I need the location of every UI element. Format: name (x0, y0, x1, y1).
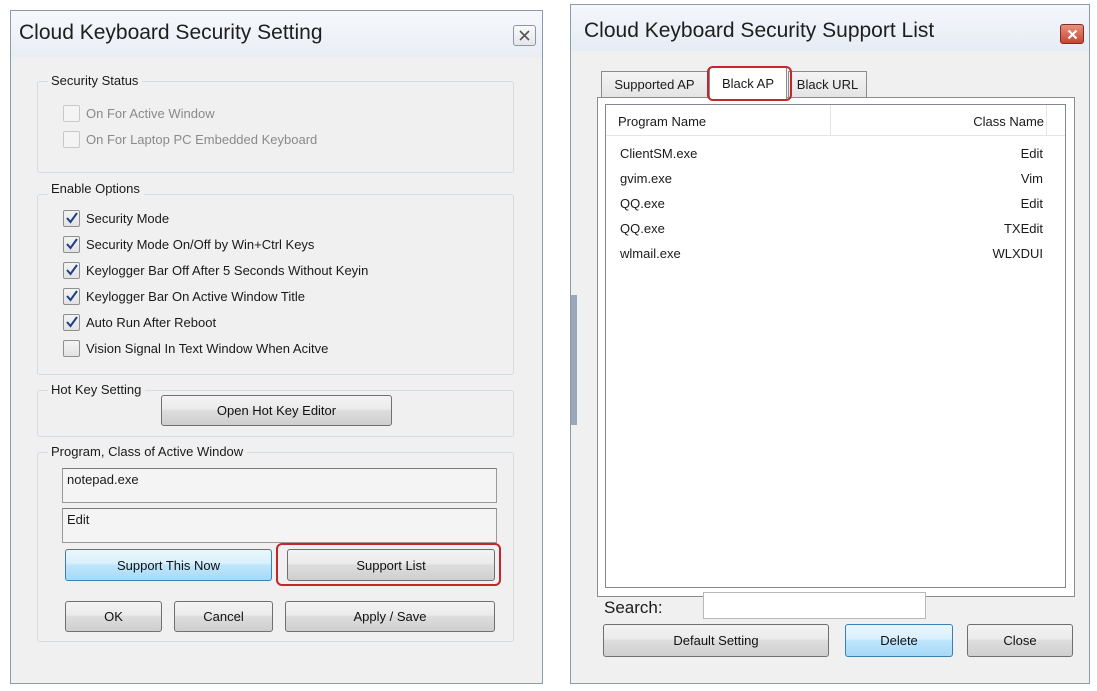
program-class-label: Program, Class of Active Window (48, 444, 248, 459)
hotkey-label: Hot Key Setting (48, 382, 146, 397)
checkbox-win-ctrl-keys[interactable]: Security Mode On/Off by Win+Ctrl Keys (63, 236, 314, 253)
check-icon (66, 238, 78, 250)
checkbox-label: Security Mode (86, 211, 170, 226)
apply-save-button[interactable]: Apply / Save (285, 601, 495, 632)
program-cell: ClientSM.exe (620, 146, 698, 161)
list-row[interactable]: QQ.exe Edit (606, 192, 1065, 217)
cancel-button[interactable]: Cancel (174, 601, 273, 632)
close-button[interactable] (513, 25, 536, 46)
title-bar: Cloud Keyboard Security Setting (11, 11, 542, 57)
checkbox-box[interactable] (63, 210, 80, 227)
list-header: Program Name Class Name (606, 105, 1065, 136)
program-cell: QQ.exe (620, 196, 665, 211)
tab-supported-ap[interactable]: Supported AP (601, 71, 708, 97)
search-label: Search: (604, 598, 663, 617)
program-name-field[interactable]: notepad.exe (62, 468, 497, 503)
support-list-dialog: Cloud Keyboard Security Support List Sup… (570, 4, 1090, 684)
program-cell: gvim.exe (620, 171, 673, 186)
ok-button[interactable]: OK (65, 601, 162, 632)
checkbox-box[interactable] (63, 288, 80, 305)
program-cell: QQ.exe (620, 221, 665, 236)
checkbox-keylogger-bar-off[interactable]: Keylogger Bar Off After 5 Seconds Withou… (63, 262, 368, 279)
class-cell: WLXDUI (992, 246, 1043, 261)
checkbox-label: Security Mode On/Off by Win+Ctrl Keys (86, 237, 315, 252)
class-cell: Vim (1020, 171, 1043, 186)
search-input[interactable] (703, 592, 926, 619)
checkbox-box[interactable] (63, 340, 80, 357)
close-icon (519, 30, 530, 41)
column-header-label: Program Name (618, 114, 707, 129)
checkbox-label: Auto Run After Reboot (86, 315, 217, 330)
column-header-class[interactable]: Class Name (831, 105, 1047, 135)
list-row[interactable]: QQ.exe TXEdit (606, 217, 1065, 242)
checkbox-keylogger-bar-title[interactable]: Keylogger Bar On Active Window Title (63, 288, 305, 305)
checkbox-box[interactable] (63, 262, 80, 279)
enable-options-label: Enable Options (48, 181, 144, 196)
list-row[interactable]: wlmail.exe WLXDUI (606, 242, 1065, 267)
list-row[interactable]: gvim.exe Vim (606, 167, 1065, 192)
class-cell: Edit (1020, 196, 1043, 211)
window-frame-edge (571, 295, 577, 425)
checkbox-label: On For Laptop PC Embedded Keyboard (86, 132, 318, 147)
close-dialog-button[interactable]: Close (967, 624, 1073, 657)
checkbox-on-active-window[interactable]: On For Active Window (63, 105, 215, 122)
support-this-now-button[interactable]: Support This Now (65, 549, 272, 581)
check-icon (66, 316, 78, 328)
checkbox-vision-signal[interactable]: Vision Signal In Text Window When Acitve (63, 340, 328, 357)
check-icon (66, 290, 78, 302)
class-cell: TXEdit (1003, 221, 1043, 236)
dialog-title: Cloud Keyboard Security Support List (584, 19, 935, 42)
checkbox-label: Vision Signal In Text Window When Acitve (86, 341, 329, 356)
security-status-label: Security Status (48, 73, 143, 88)
checkbox-label: Keylogger Bar On Active Window Title (86, 289, 305, 304)
checkbox-on-laptop-keyboard[interactable]: On For Laptop PC Embedded Keyboard (63, 131, 317, 148)
tab-black-url[interactable]: Black URL (788, 71, 867, 97)
open-hotkey-editor-button[interactable]: Open Hot Key Editor (161, 395, 392, 426)
check-icon (66, 264, 78, 276)
checkbox-security-mode[interactable]: Security Mode (63, 210, 169, 227)
column-header-label: Class Name (973, 114, 1044, 129)
delete-button[interactable]: Delete (845, 624, 953, 657)
security-status-group (37, 81, 514, 173)
column-header-program[interactable]: Program Name (606, 105, 831, 135)
check-icon (66, 212, 78, 224)
title-bar: Cloud Keyboard Security Support List (571, 5, 1089, 51)
close-icon (1067, 29, 1077, 39)
class-cell: Edit (1020, 146, 1043, 161)
checkbox-box[interactable] (63, 236, 80, 253)
close-button[interactable] (1060, 24, 1084, 44)
class-name-field[interactable]: Edit (62, 508, 497, 543)
checkbox-box[interactable] (63, 105, 80, 122)
checkbox-auto-run[interactable]: Auto Run After Reboot (63, 314, 216, 331)
program-cell: wlmail.exe (620, 246, 681, 261)
default-setting-button[interactable]: Default Setting (603, 624, 829, 657)
checkbox-box[interactable] (63, 314, 80, 331)
black-ap-list[interactable]: Program Name Class Name ClientSM.exe Edi… (605, 104, 1066, 588)
list-row[interactable]: ClientSM.exe Edit (606, 142, 1065, 167)
checkbox-box[interactable] (63, 131, 80, 148)
checkbox-label: Keylogger Bar Off After 5 Seconds Withou… (86, 263, 369, 278)
support-list-button[interactable]: Support List (287, 549, 495, 581)
checkbox-label: On For Active Window (86, 106, 215, 121)
dialog-title: Cloud Keyboard Security Setting (19, 21, 323, 44)
tab-black-ap[interactable]: Black AP (709, 67, 787, 99)
security-setting-dialog: Cloud Keyboard Security Setting Security… (10, 10, 543, 684)
